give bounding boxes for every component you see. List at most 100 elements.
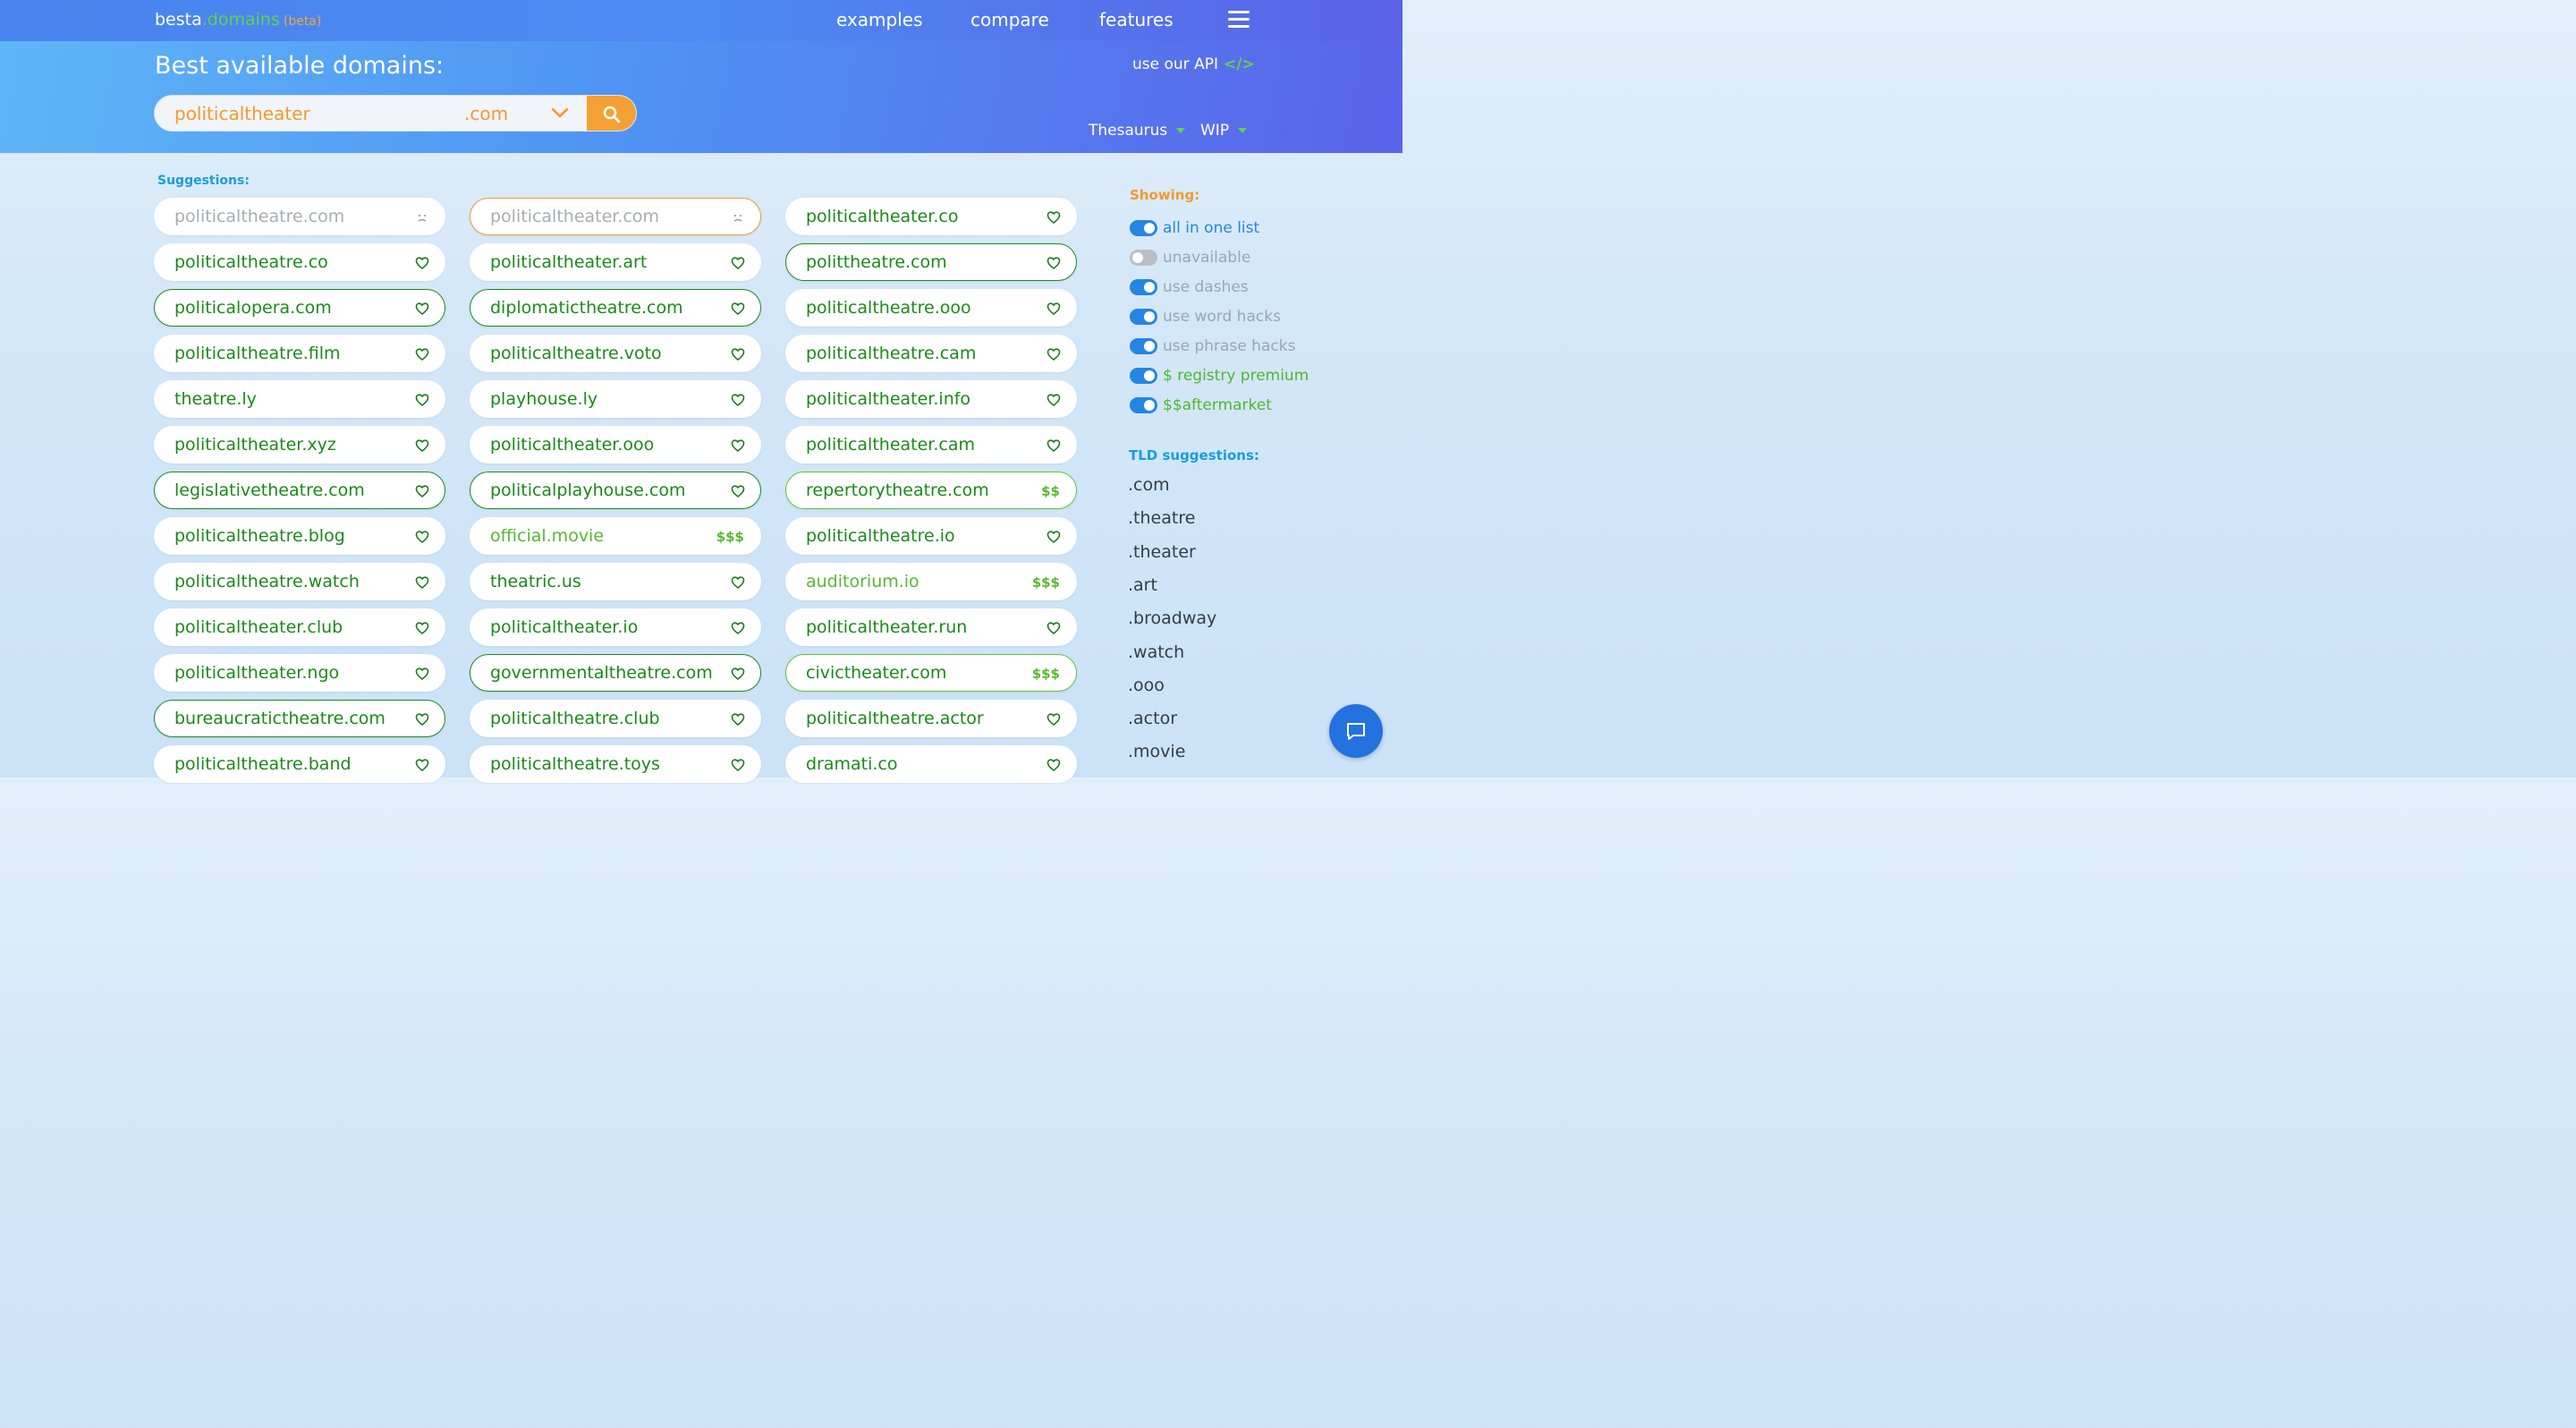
domain-suggestion[interactable]: theatre.ly: [154, 380, 445, 418]
chat-button[interactable]: [1329, 704, 1383, 758]
domain-suggestion[interactable]: politicaltheatre.com: [154, 198, 445, 235]
domain-suggestion[interactable]: politicaltheater.club: [154, 608, 445, 646]
domain-suggestion[interactable]: politicaltheater.co: [785, 198, 1077, 235]
heart-icon[interactable]: [415, 530, 429, 544]
domain-suggestion[interactable]: politicaltheatre.io: [785, 517, 1077, 555]
tld-select[interactable]: .com: [464, 103, 508, 124]
heart-icon[interactable]: [1046, 302, 1061, 316]
heart-icon[interactable]: [731, 621, 745, 635]
domain-name[interactable]: auditorium.io: [806, 572, 919, 591]
heart-icon[interactable]: [731, 302, 745, 316]
toggle-switch[interactable]: [1130, 278, 1157, 295]
domain-suggestion[interactable]: politicaltheater.cam: [785, 426, 1077, 463]
domain-name[interactable]: politicaltheatre.cam: [806, 344, 976, 363]
hamburger-menu-icon[interactable]: [1228, 11, 1250, 29]
domain-suggestion[interactable]: politicaltheater.ooo: [470, 426, 761, 463]
domain-suggestion[interactable]: auditorium.io $$$: [785, 563, 1077, 600]
toggle-row[interactable]: use word hacks: [1130, 307, 1281, 327]
domain-name[interactable]: theatre.ly: [174, 389, 257, 409]
api-link[interactable]: use our API </>: [1132, 55, 1255, 73]
domain-suggestion[interactable]: polittheatre.com: [785, 243, 1077, 281]
heart-icon[interactable]: [1046, 621, 1061, 635]
domain-suggestion[interactable]: politicaltheatre.co: [154, 243, 445, 281]
domain-name[interactable]: bureaucratictheatre.com: [174, 709, 386, 728]
heart-icon[interactable]: [731, 438, 745, 453]
heart-icon[interactable]: [415, 575, 429, 590]
heart-icon[interactable]: [731, 484, 745, 498]
domain-name[interactable]: civictheater.com: [806, 663, 946, 683]
domain-name[interactable]: politicaltheatre.voto: [490, 344, 662, 363]
heart-icon[interactable]: [415, 438, 429, 453]
search-input[interactable]: politicaltheater: [174, 103, 310, 124]
domain-name[interactable]: repertorytheatre.com: [806, 480, 989, 500]
toggle-row[interactable]: unavailable: [1130, 248, 1250, 268]
search-button[interactable]: [587, 96, 636, 131]
heart-icon[interactable]: [415, 484, 429, 498]
domain-suggestion[interactable]: politicaltheatre.film: [154, 335, 445, 372]
tld-suggestion[interactable]: .theatre: [1128, 508, 1195, 528]
heart-icon[interactable]: [1046, 393, 1061, 407]
domain-suggestion[interactable]: politicaltheatre.actor: [785, 700, 1077, 737]
heart-icon[interactable]: [1046, 256, 1061, 270]
domain-name[interactable]: politicaltheatre.toys: [490, 754, 660, 774]
domain-suggestion[interactable]: politicaltheatre.watch: [154, 563, 445, 600]
domain-name[interactable]: politicalplayhouse.com: [490, 480, 685, 500]
domain-suggestion[interactable]: diplomatictheatre.com: [470, 289, 761, 327]
heart-icon[interactable]: [415, 758, 429, 772]
domain-suggestion[interactable]: politicaltheater.xyz: [154, 426, 445, 463]
domain-name[interactable]: politicaltheatre.club: [490, 709, 660, 728]
domain-suggestion[interactable]: civictheater.com $$$: [785, 654, 1077, 692]
domain-suggestion[interactable]: theatric.us: [470, 563, 761, 600]
domain-suggestion[interactable]: politicaltheater.run: [785, 608, 1077, 646]
domain-name[interactable]: politicaltheater.ngo: [174, 663, 339, 683]
domain-suggestion[interactable]: politicaltheatre.band: [154, 745, 445, 783]
heart-icon[interactable]: [1046, 347, 1061, 361]
domain-name[interactable]: politicaltheater.co: [806, 207, 958, 226]
heart-icon[interactable]: [1046, 438, 1061, 453]
heart-icon[interactable]: [415, 393, 429, 407]
nav-examples[interactable]: examples: [836, 9, 923, 30]
domain-name[interactable]: governmentaltheatre.com: [490, 663, 713, 683]
domain-name[interactable]: politicaltheater.io: [490, 617, 638, 637]
tld-suggestion[interactable]: .broadway: [1128, 608, 1216, 628]
tld-suggestion[interactable]: .actor: [1128, 709, 1177, 728]
domain-suggestion[interactable]: official.movie $$$: [470, 517, 761, 555]
thesaurus-filter[interactable]: Thesaurus: [1089, 122, 1186, 140]
heart-icon[interactable]: [731, 575, 745, 590]
domain-suggestion[interactable]: politicaltheater.ngo: [154, 654, 445, 692]
logo[interactable]: besta.domains (beta): [155, 10, 321, 30]
domain-name[interactable]: politicaltheater.club: [174, 617, 343, 637]
heart-icon[interactable]: [415, 347, 429, 361]
domain-suggestion[interactable]: politicaltheater.com: [470, 198, 761, 235]
domain-name[interactable]: politicaltheater.com: [490, 207, 659, 226]
heart-icon[interactable]: [731, 347, 745, 361]
domain-name[interactable]: politicaltheatre.blog: [174, 526, 345, 546]
heart-icon[interactable]: [415, 621, 429, 635]
domain-name[interactable]: diplomatictheatre.com: [490, 298, 683, 318]
domain-name[interactable]: politicaltheatre.watch: [174, 572, 360, 591]
domain-suggestion[interactable]: politicaltheatre.cam: [785, 335, 1077, 372]
domain-name[interactable]: politicaltheater.ooo: [490, 435, 654, 455]
toggle-switch[interactable]: [1130, 308, 1157, 325]
heart-icon[interactable]: [731, 393, 745, 407]
domain-name[interactable]: dramati.co: [806, 754, 898, 774]
tld-suggestion[interactable]: .watch: [1128, 642, 1184, 662]
domain-suggestion[interactable]: bureaucratictheatre.com: [154, 700, 445, 737]
domain-name[interactable]: theatric.us: [490, 572, 581, 591]
toggle-switch[interactable]: [1130, 337, 1157, 354]
tld-suggestion[interactable]: .theater: [1128, 542, 1196, 562]
domain-name[interactable]: legislativetheatre.com: [174, 480, 365, 500]
toggle-row[interactable]: use phrase hacks: [1130, 336, 1295, 356]
domain-suggestion[interactable]: dramati.co: [785, 745, 1077, 783]
heart-icon[interactable]: [415, 712, 429, 727]
domain-name[interactable]: politicaltheatre.film: [174, 344, 341, 363]
heart-icon[interactable]: [415, 667, 429, 681]
domain-suggestion[interactable]: politicaltheatre.voto: [470, 335, 761, 372]
domain-suggestion[interactable]: politicaltheatre.club: [470, 700, 761, 737]
nav-compare[interactable]: compare: [970, 9, 1049, 30]
domain-suggestion[interactable]: politicaltheatre.blog: [154, 517, 445, 555]
domain-suggestion[interactable]: politicaltheater.io: [470, 608, 761, 646]
tld-suggestion[interactable]: .ooo: [1128, 676, 1165, 695]
domain-name[interactable]: politicaltheater.art: [490, 252, 647, 272]
domain-name[interactable]: politicaltheatre.co: [174, 252, 328, 272]
